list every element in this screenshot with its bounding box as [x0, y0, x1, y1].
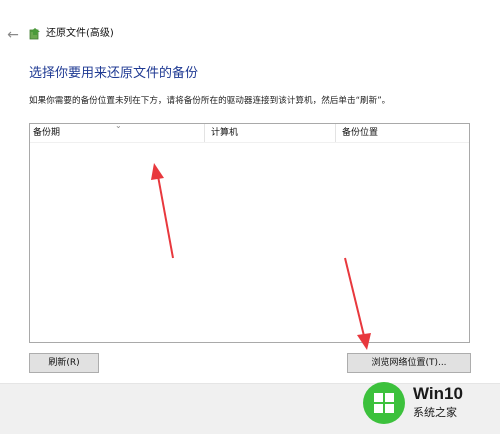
- refresh-button[interactable]: 刷新(R): [29, 353, 99, 373]
- column-header-computer[interactable]: 计算机: [204, 124, 335, 142]
- title-bar: ← 还原文件(高级): [0, 0, 500, 62]
- list-header: 备份期 ⌄ 计算机 备份位置: [30, 121, 469, 143]
- watermark-logo: [363, 382, 405, 424]
- sort-arrow-icon: ⌄: [115, 121, 122, 130]
- column-header-backup-location[interactable]: 备份位置: [335, 124, 469, 142]
- browse-network-location-button[interactable]: 浏览网络位置(T)...: [347, 353, 471, 373]
- watermark: Win10 系统之家: [357, 378, 497, 430]
- back-arrow-icon[interactable]: ←: [4, 26, 22, 44]
- watermark-site: 系统之家: [413, 406, 457, 419]
- watermark-brand: Win10: [413, 384, 463, 403]
- page-title: 选择你要用来还原文件的备份: [29, 66, 199, 81]
- instruction-text: 如果你需要的备份位置未列在下方，请将备份所在的驱动器连接到该计算机，然后单击“刷…: [29, 96, 391, 106]
- window-title: 还原文件(高级): [46, 28, 114, 39]
- backup-list[interactable]: 备份期 ⌄ 计算机 备份位置: [29, 121, 470, 343]
- backup-restore-icon: [29, 28, 40, 40]
- windows-logo-icon: [374, 393, 394, 413]
